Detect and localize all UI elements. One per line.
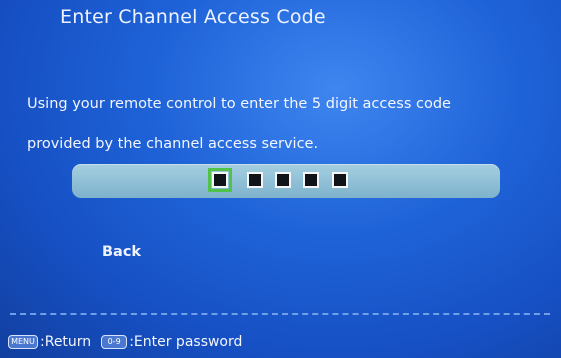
footer-hint-bar: MENU :Return 0-9 :Enter password: [8, 332, 242, 352]
code-digit-1[interactable]: [208, 168, 232, 192]
dialog-title: Enter Channel Access Code: [60, 6, 326, 28]
back-button[interactable]: Back: [102, 244, 141, 260]
code-digit-2[interactable]: [247, 172, 263, 188]
footer-divider: [10, 313, 550, 315]
code-digit-5[interactable]: [332, 172, 348, 188]
access-code-dialog: Enter Channel Access Code Using your rem…: [0, 0, 561, 358]
code-digit-3[interactable]: [275, 172, 291, 188]
number-keys-icon: 0-9: [101, 335, 128, 349]
menu-key-icon: MENU: [8, 335, 38, 349]
code-digit-4[interactable]: [303, 172, 319, 188]
instruction-line-1: Using your remote control to enter the 5…: [27, 96, 451, 112]
return-hint: :Return: [40, 334, 92, 350]
enter-password-hint: :Enter password: [129, 334, 243, 350]
access-code-input[interactable]: [72, 164, 500, 198]
instruction-line-2: provided by the channel access service.: [27, 136, 319, 152]
